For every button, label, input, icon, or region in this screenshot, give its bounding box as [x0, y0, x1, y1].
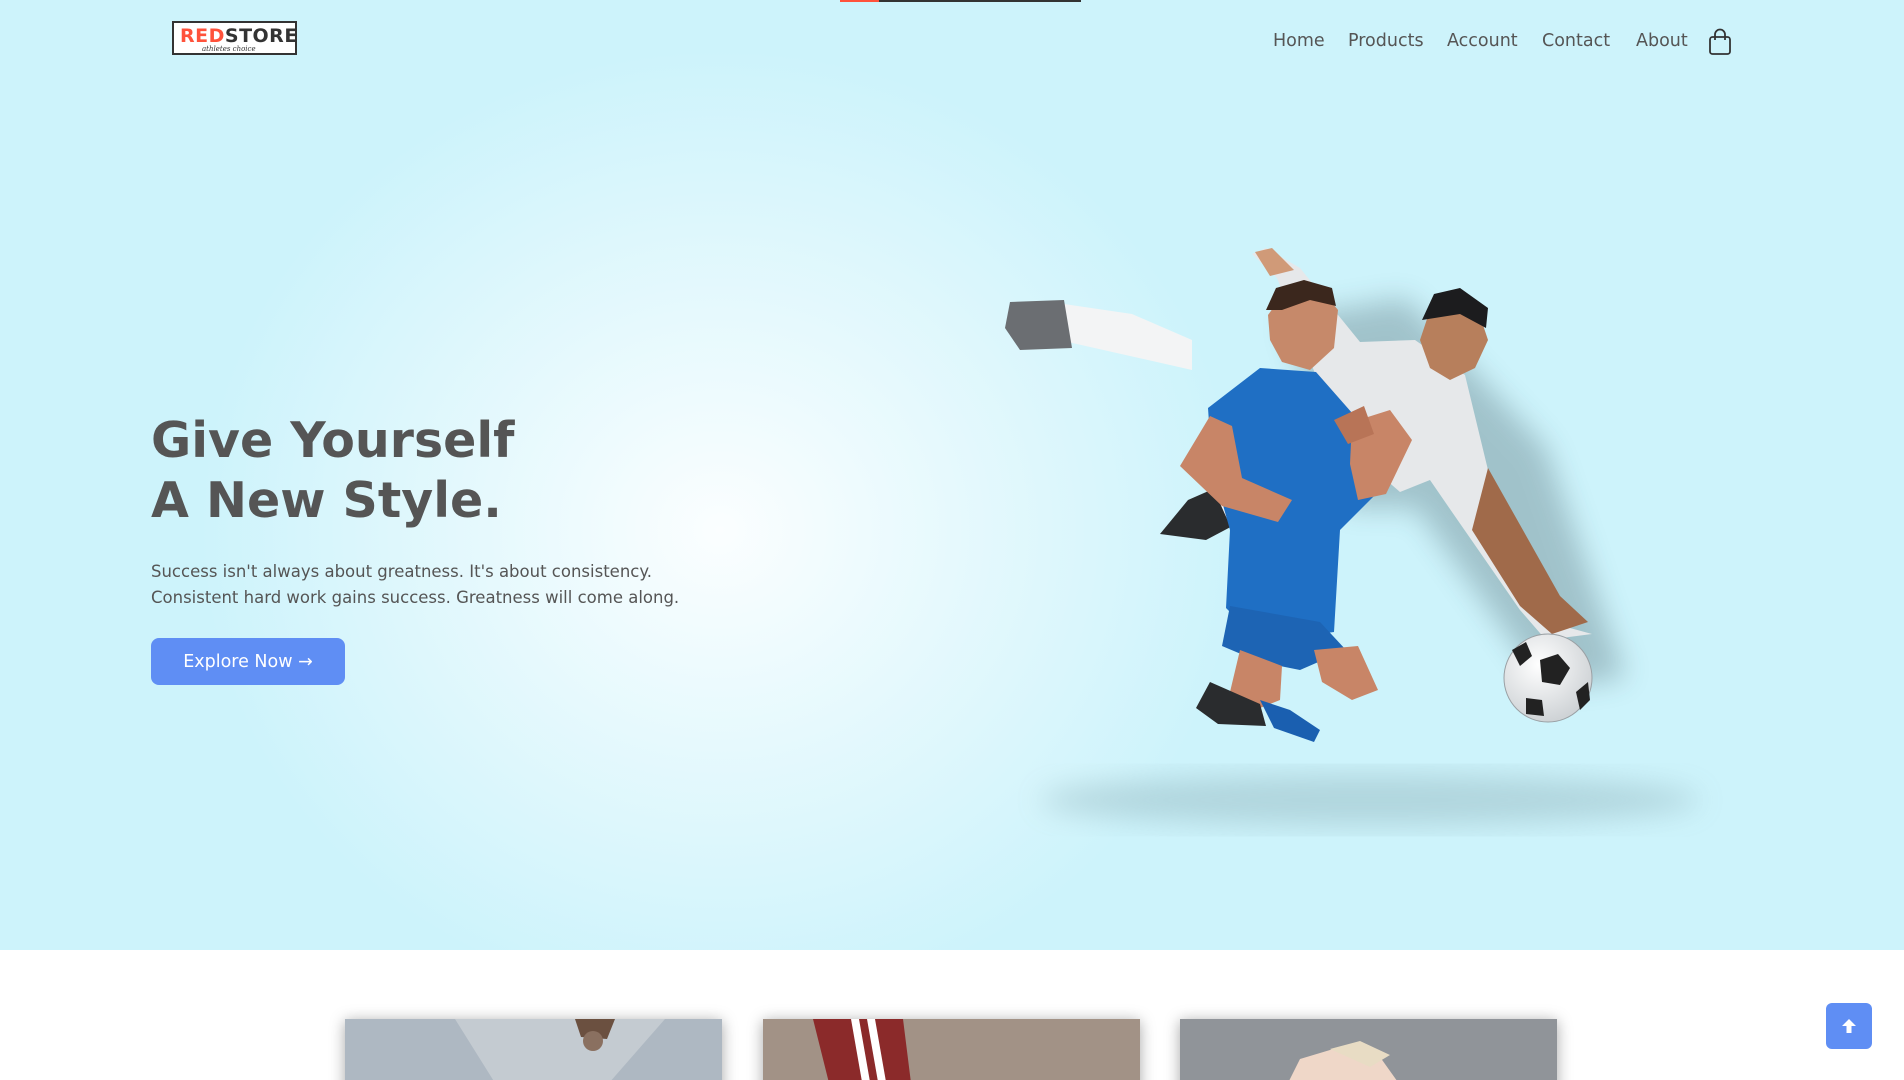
arrow-up-icon	[1842, 1019, 1856, 1033]
hero-soccer-image	[960, 230, 1740, 870]
logo-wordmark: REDSTORE	[180, 25, 298, 47]
category-card-3[interactable]	[1180, 1019, 1557, 1080]
nav-home[interactable]: Home	[1273, 31, 1325, 53]
hero-subtitle: Success isn't always about greatness. It…	[151, 559, 679, 610]
nav-account[interactable]: Account	[1447, 31, 1518, 53]
hero-headline-line2: A New Style.	[151, 472, 502, 529]
hero-subtitle-line1: Success isn't always about greatness. It…	[151, 562, 653, 581]
category-image-2	[763, 1019, 1140, 1080]
logo-tagline: athletes choice	[202, 45, 256, 53]
hero-headline: Give Yourself A New Style.	[151, 411, 514, 531]
category-image-3	[1180, 1019, 1557, 1080]
category-card-2[interactable]	[763, 1019, 1140, 1080]
category-card-1[interactable]	[345, 1019, 722, 1080]
hero-subtitle-line2: Consistent hard work gains success. Grea…	[151, 587, 680, 607]
logo-brand-dark: STORE	[224, 25, 298, 47]
scroll-progress-bar	[840, 0, 1081, 2]
scroll-progress-fill	[840, 0, 879, 2]
explore-now-button[interactable]: Explore Now →	[151, 638, 345, 685]
scroll-to-top-button[interactable]	[1826, 1003, 1872, 1049]
shopping-bag-icon[interactable]	[1707, 28, 1733, 56]
nav-products[interactable]: Products	[1348, 31, 1424, 53]
nav-about[interactable]: About	[1636, 31, 1688, 53]
logo-brand-red: RED	[180, 25, 225, 47]
redstore-logo[interactable]: REDSTORE athletes choice	[172, 21, 297, 55]
nav-contact[interactable]: Contact	[1542, 31, 1610, 53]
category-image-1	[345, 1019, 722, 1080]
hero-headline-line1: Give Yourself	[151, 412, 515, 469]
